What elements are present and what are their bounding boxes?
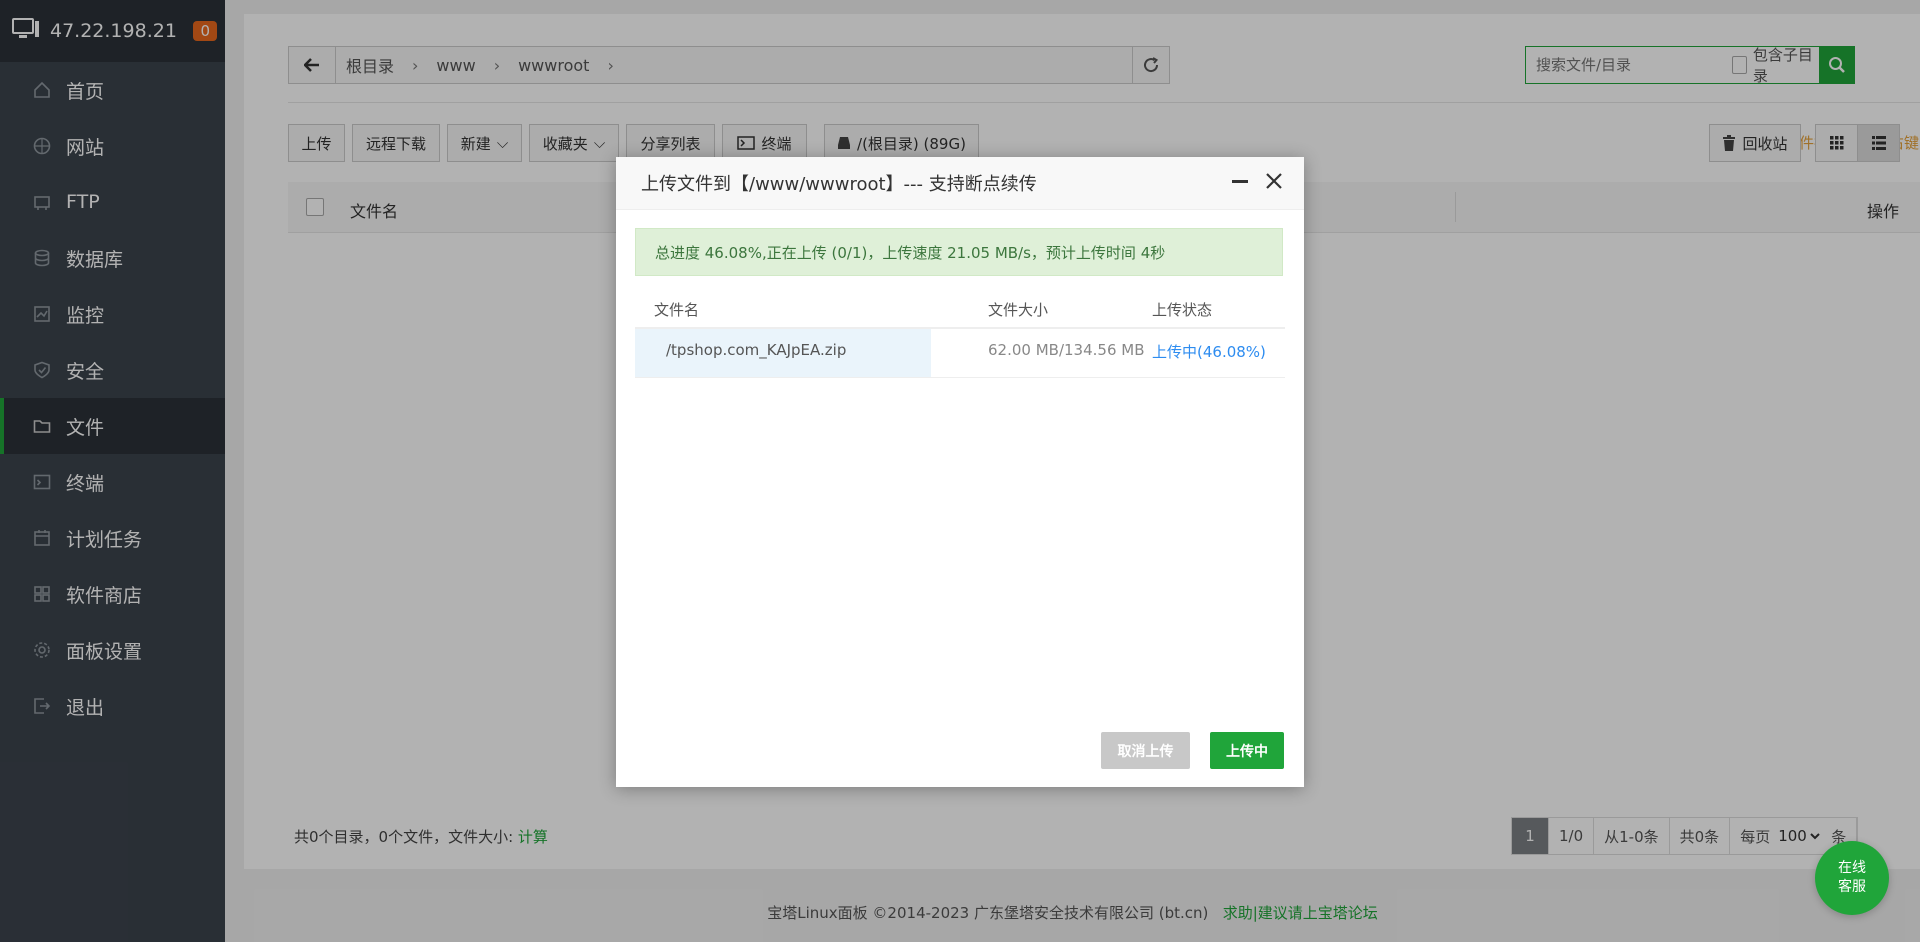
uploading-button[interactable]: 上传中 [1210,732,1284,769]
dialog-header: 上传文件到【/www/wwwroot】--- 支持断点续传 [616,157,1304,210]
close-icon[interactable] [1266,172,1282,194]
upload-file-status: 上传中(46.08%) [1152,343,1266,361]
upload-file-name: /tpshop.com_KAJpEA.zip [666,341,847,359]
upload-table-header: 文件名 文件大小 上传状态 [635,287,1285,329]
upload-file-size: 62.00 MB/134.56 MB [988,341,1145,359]
minimize-icon[interactable] [1232,173,1248,194]
cancel-upload-button[interactable]: 取消上传 [1101,732,1190,769]
dialog-title: 上传文件到【/www/wwwroot】--- 支持断点续传 [641,174,1037,195]
upload-progress-summary: 总进度 46.08%,正在上传 (0/1)，上传速度 21.05 MB/s，预计… [635,228,1283,276]
table-row: /tpshop.com_KAJpEA.zip 62.00 MB/134.56 M… [635,329,1285,378]
online-service-button[interactable]: 在线 客服 [1815,841,1889,915]
upload-file-table: 文件名 文件大小 上传状态 /tpshop.com_KAJpEA.zip 62.… [635,287,1285,378]
upload-dialog: 上传文件到【/www/wwwroot】--- 支持断点续传 总进度 46.08%… [616,157,1304,787]
